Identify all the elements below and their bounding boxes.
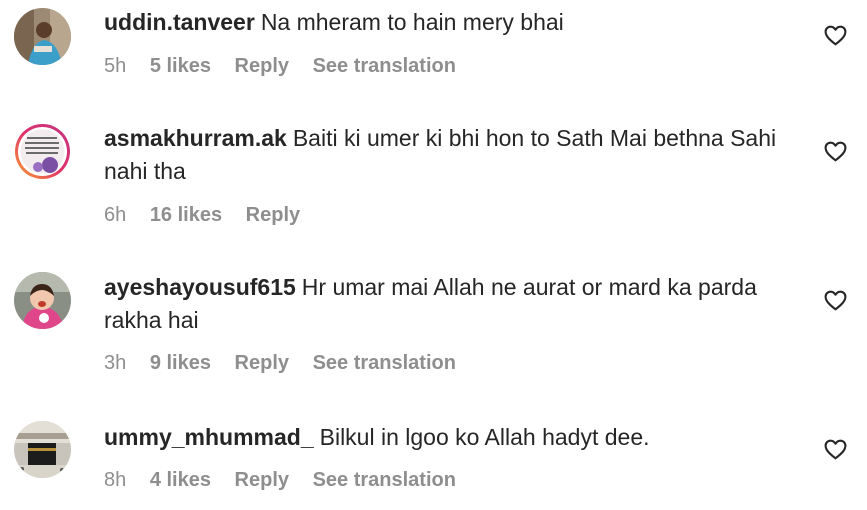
avatar[interactable]: [14, 421, 71, 478]
like-button[interactable]: [823, 437, 848, 462]
see-translation-button[interactable]: See translation: [313, 55, 456, 78]
likes-count[interactable]: 16 likes: [150, 204, 222, 227]
avatar[interactable]: [14, 8, 71, 65]
reply-button[interactable]: Reply: [235, 55, 289, 78]
comment-body: uddin.tanveer Na mheram to hain mery bhai: [104, 6, 804, 39]
see-translation-button[interactable]: See translation: [313, 469, 456, 492]
reply-button[interactable]: Reply: [246, 204, 300, 227]
comment-meta: 5h 5 likes Reply See translation: [104, 55, 474, 78]
heart-outline-icon: [824, 290, 847, 311]
avatar[interactable]: [14, 272, 71, 329]
heart-outline-icon: [824, 25, 847, 46]
person-photo-avatar-icon: [14, 8, 71, 65]
reply-button[interactable]: Reply: [235, 352, 289, 375]
likes-count[interactable]: 4 likes: [150, 469, 211, 492]
comment-body: asmakhurram.ak Baiti ki umer ki bhi hon t…: [104, 122, 804, 188]
comment-time: 5h: [104, 55, 127, 77]
comment-username[interactable]: asmakhurram.ak: [104, 125, 287, 151]
story-ring-avatar-icon: [15, 124, 70, 179]
avatar[interactable]: [14, 123, 71, 180]
like-button[interactable]: [823, 288, 848, 313]
comment-body: ummy_mhummad_ Bilkul in lgoo ko Allah had…: [104, 421, 804, 454]
comment-username[interactable]: ayeshayousuf615: [104, 274, 296, 300]
child-photo-avatar-icon: [14, 272, 71, 329]
comment-meta: 3h 9 likes Reply See translation: [104, 352, 474, 375]
comment-time: 3h: [104, 352, 127, 374]
like-button[interactable]: [823, 139, 848, 164]
see-translation-button[interactable]: See translation: [313, 352, 456, 375]
likes-count[interactable]: 5 likes: [150, 55, 211, 78]
comment-username[interactable]: uddin.tanveer: [104, 9, 255, 35]
comment-text: Bilkul in lgoo ko Allah hadyt dee.: [319, 424, 650, 450]
likes-count[interactable]: 9 likes: [150, 352, 211, 375]
comment-text: Na mheram to hain mery bhai: [260, 9, 564, 35]
heart-outline-icon: [824, 439, 847, 460]
kaaba-photo-avatar-icon: [14, 421, 71, 478]
comment-meta: 8h 4 likes Reply See translation: [104, 469, 474, 492]
comment-meta: 6h 16 likes Reply: [104, 204, 318, 227]
heart-outline-icon: [824, 141, 847, 162]
comment-username[interactable]: ummy_mhummad_: [104, 424, 314, 450]
comment-time: 6h: [104, 204, 127, 226]
like-button[interactable]: [823, 23, 848, 48]
comment-time: 8h: [104, 469, 127, 491]
comment-body: ayeshayousuf615 Hr umar mai Allah ne aura…: [104, 271, 804, 337]
reply-button[interactable]: Reply: [235, 469, 289, 492]
